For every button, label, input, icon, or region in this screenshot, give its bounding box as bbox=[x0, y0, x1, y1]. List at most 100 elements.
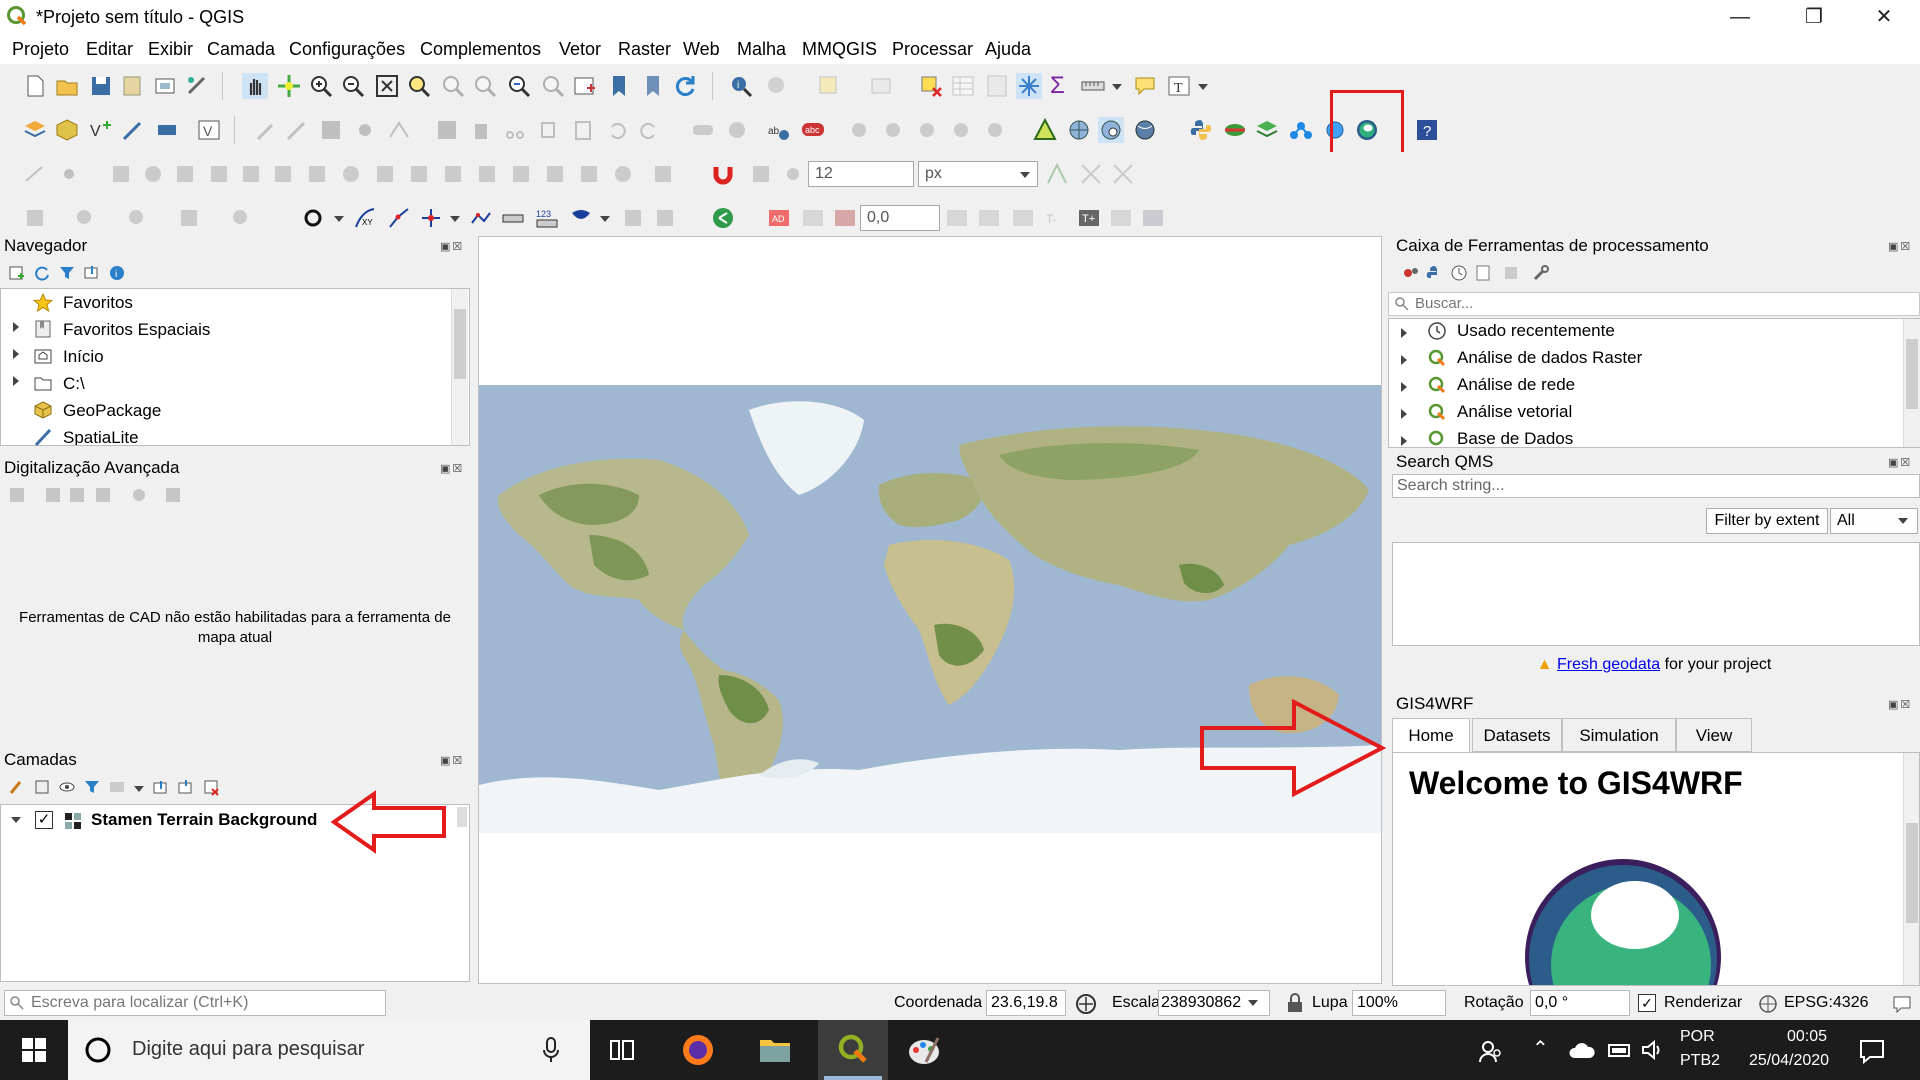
snapping-type-icon[interactable] bbox=[780, 161, 806, 187]
redo-icon[interactable] bbox=[636, 117, 662, 143]
label-add-icon[interactable] bbox=[976, 205, 1002, 231]
coordinate-field[interactable]: 23.6,19.8 bbox=[986, 990, 1066, 1016]
zoom-in-icon[interactable] bbox=[308, 73, 334, 99]
network-plugin-icon[interactable] bbox=[1288, 117, 1314, 143]
onedrive-cloud-icon[interactable] bbox=[1568, 1040, 1596, 1060]
task-view-icon[interactable] bbox=[608, 1038, 636, 1062]
new-memory-layer-icon[interactable] bbox=[154, 117, 180, 143]
ruler-tool-icon[interactable] bbox=[500, 205, 526, 231]
tree-item-favoritos[interactable]: Favoritos bbox=[63, 290, 133, 316]
edit-tool-4-icon[interactable] bbox=[206, 161, 232, 187]
shape-style-icon[interactable] bbox=[568, 205, 594, 231]
battery-icon[interactable] bbox=[1606, 1040, 1634, 1060]
snapping-magnet-icon[interactable] bbox=[710, 161, 736, 187]
layer-diagram-icon[interactable] bbox=[724, 117, 750, 143]
show-bookmarks-icon[interactable] bbox=[640, 73, 666, 99]
pan-to-selection-icon[interactable] bbox=[276, 73, 302, 99]
pan-map-icon[interactable] bbox=[242, 73, 268, 99]
chevron-down-icon[interactable] bbox=[1248, 1000, 1258, 1006]
menu-web[interactable]: Web bbox=[683, 39, 720, 60]
advanced-digitizing-controls[interactable]: ▣☒ bbox=[440, 462, 464, 475]
windows-start-icon[interactable] bbox=[22, 1038, 46, 1062]
add-group-icon[interactable] bbox=[33, 778, 51, 796]
xy-line-icon[interactable]: XY bbox=[352, 205, 378, 231]
edit-tool-3-icon[interactable] bbox=[172, 161, 198, 187]
tree-item-c-drive[interactable]: C:\ bbox=[63, 371, 85, 397]
add-selected-layers-icon[interactable] bbox=[8, 264, 26, 282]
numbering-icon[interactable]: 123 bbox=[534, 205, 560, 231]
new-geopackage-layer-icon[interactable] bbox=[54, 117, 80, 143]
modify-attributes-icon[interactable] bbox=[434, 117, 460, 143]
copy-features-icon[interactable] bbox=[536, 117, 562, 143]
filter-expression-icon[interactable] bbox=[108, 778, 126, 796]
open-project-icon[interactable] bbox=[54, 73, 80, 99]
deselect-all-icon[interactable] bbox=[918, 73, 944, 99]
notification-center-icon[interactable] bbox=[1858, 1038, 1886, 1064]
gis4wrf-panel-controls[interactable]: ▣☒ bbox=[1888, 698, 1912, 711]
cad-settings-icon[interactable] bbox=[130, 486, 148, 504]
tree-item-favoritos-espaciais[interactable]: Favoritos Espaciais bbox=[63, 317, 210, 343]
rotation-field[interactable]: 0,0 ° bbox=[1530, 990, 1630, 1016]
tree-item-analise-raster[interactable]: Análise de dados Raster bbox=[1457, 345, 1642, 371]
edit-tool-7-icon[interactable] bbox=[304, 161, 330, 187]
expand-arrow-icon[interactable] bbox=[1401, 382, 1407, 392]
save-project-icon[interactable] bbox=[88, 73, 114, 99]
microphone-icon[interactable] bbox=[542, 1036, 560, 1064]
messages-icon[interactable] bbox=[1892, 994, 1912, 1014]
webmap-globe-icon[interactable] bbox=[1132, 117, 1158, 143]
expand-arrow-icon[interactable] bbox=[13, 349, 19, 359]
history-icon[interactable] bbox=[1450, 264, 1468, 282]
sum-icon[interactable]: Σ bbox=[1050, 72, 1065, 100]
menu-exibir[interactable]: Exibir bbox=[148, 39, 193, 60]
zoom-native-icon[interactable] bbox=[472, 73, 498, 99]
filter-by-extent-button[interactable]: Filter by extent bbox=[1706, 508, 1828, 534]
menu-vetor[interactable]: Vetor bbox=[559, 39, 601, 60]
menu-complementos[interactable]: Complementos bbox=[420, 39, 541, 60]
scripts-icon[interactable] bbox=[1426, 264, 1444, 282]
expand-arrow-icon[interactable] bbox=[1401, 436, 1407, 446]
add-label-ad-icon[interactable]: AD bbox=[766, 205, 792, 231]
close-button[interactable]: ✕ bbox=[1854, 0, 1914, 34]
file-explorer-icon[interactable] bbox=[758, 1034, 792, 1064]
restore-button[interactable]: ❐ bbox=[1784, 0, 1844, 34]
keyboard-layout[interactable]: PTB2 bbox=[1680, 1052, 1720, 1070]
new-project-icon[interactable] bbox=[22, 73, 48, 99]
zoom-selection-icon[interactable] bbox=[406, 73, 432, 99]
split-tool-icon[interactable] bbox=[418, 205, 444, 231]
gis4wrf-scrollbar[interactable] bbox=[1903, 753, 1919, 985]
topological-editing-icon[interactable] bbox=[1044, 161, 1070, 187]
tree-item-spatialite[interactable]: SpatiaLite bbox=[63, 425, 139, 445]
edit-tool-11-icon[interactable] bbox=[440, 161, 466, 187]
help-contents-icon[interactable]: ? bbox=[1414, 117, 1440, 143]
edit-tool-8-icon[interactable] bbox=[338, 161, 364, 187]
mmqgis-plugin-icon[interactable] bbox=[1222, 117, 1248, 143]
people-icon[interactable] bbox=[1478, 1038, 1504, 1064]
clock-date[interactable]: 25/04/2020 bbox=[1734, 1052, 1844, 1070]
label-abc-icon[interactable]: ab bbox=[766, 117, 792, 143]
expand-arrow-icon[interactable] bbox=[1401, 355, 1407, 365]
rotate-label-icon[interactable] bbox=[948, 117, 974, 143]
edit-in-place-icon[interactable] bbox=[1502, 264, 1520, 282]
new-bookmark-icon[interactable] bbox=[606, 73, 632, 99]
new-map-view-icon[interactable] bbox=[572, 73, 598, 99]
undo-icon[interactable] bbox=[604, 117, 630, 143]
geometry-checker-icon[interactable] bbox=[1032, 117, 1058, 143]
menu-camada[interactable]: Camada bbox=[207, 39, 275, 60]
move-label-icon[interactable] bbox=[914, 117, 940, 143]
extra-tool-2-icon[interactable] bbox=[652, 205, 678, 231]
tree-item-inicio[interactable]: Início bbox=[63, 344, 104, 370]
manage-theme-icon[interactable] bbox=[58, 778, 76, 796]
run-feature-action-icon[interactable] bbox=[764, 73, 790, 99]
edit-tool-16-icon[interactable] bbox=[610, 161, 636, 187]
filter-browser-icon[interactable] bbox=[58, 264, 76, 282]
curve-tool-icon[interactable] bbox=[386, 205, 412, 231]
layers-scrollbar[interactable] bbox=[457, 807, 467, 827]
shape-digitize-icon[interactable] bbox=[22, 205, 48, 231]
vertex-tool-icon[interactable] bbox=[386, 117, 412, 143]
input-language[interactable]: POR bbox=[1680, 1028, 1715, 1046]
browser-panel-controls[interactable]: ▣☒ bbox=[440, 240, 464, 253]
offset-input[interactable]: 0,0 bbox=[860, 205, 940, 231]
magnifier-field[interactable]: 100% bbox=[1352, 990, 1446, 1016]
select-by-expression-icon[interactable] bbox=[72, 205, 98, 231]
expand-all-icon[interactable] bbox=[152, 778, 170, 796]
